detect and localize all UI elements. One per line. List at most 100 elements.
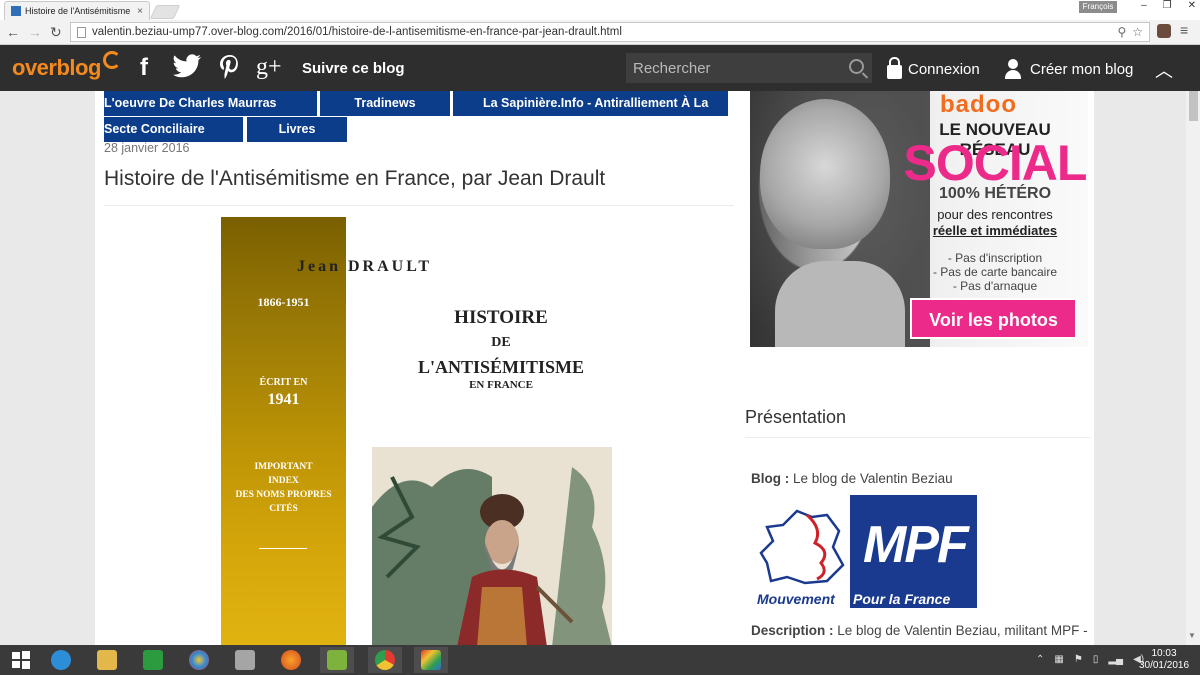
back-arrow-icon[interactable]: ← <box>6 24 20 40</box>
ad-photo-face <box>760 99 890 249</box>
login-link[interactable]: Connexion <box>887 57 980 79</box>
internet-explorer-icon <box>51 650 71 670</box>
taskbar-firefox[interactable] <box>274 647 308 673</box>
extension-icon[interactable] <box>1157 24 1171 38</box>
start-button[interactable] <box>4 647 38 673</box>
taskbar-app9[interactable] <box>414 647 448 673</box>
divider <box>104 205 734 206</box>
reload-icon[interactable]: ↻ <box>50 24 62 41</box>
cover-title-line1: HISTOIRE <box>454 307 548 328</box>
clock-time: 10:03 <box>1151 648 1177 659</box>
page-content: L'oeuvre De Charles Maurras Tradinews La… <box>95 91 1094 645</box>
ad-cta-button[interactable]: Voir les photos <box>910 298 1077 339</box>
search-icon[interactable] <box>849 59 864 74</box>
cover-important: IMPORTANT <box>254 462 313 472</box>
tray-battery-icon[interactable]: ▯ <box>1093 654 1099 665</box>
bookmark-star-icon[interactable]: ☆ <box>1132 25 1143 39</box>
cover-year: 1941 <box>267 391 300 408</box>
scroll-down-icon[interactable]: ▼ <box>1188 631 1196 640</box>
cover-written-in: ÉCRIT EN <box>259 377 308 388</box>
blog-info: Blog : Le blog de Valentin Beziau <box>751 471 953 486</box>
zoom-icon[interactable]: ⚲ <box>1117 25 1126 39</box>
blog-value: Le blog de Valentin Beziau <box>793 471 953 486</box>
address-bar[interactable]: valentin.beziau-ump77.over-blog.com/2016… <box>70 22 1150 42</box>
taskbar-chrome[interactable] <box>368 647 402 673</box>
close-window-icon[interactable]: ✕ <box>1188 0 1196 11</box>
user-add-icon <box>1004 59 1024 79</box>
tab-close-icon[interactable]: × <box>137 6 143 17</box>
calculator-icon <box>327 650 347 670</box>
store-icon <box>143 650 163 670</box>
taskbar-clock[interactable]: 10:03 30/01/2016 <box>1134 648 1194 672</box>
forward-arrow-icon[interactable]: → <box>28 24 42 40</box>
menu-item-livres[interactable]: Livres <box>247 117 347 142</box>
engraving-illustration <box>372 447 612 645</box>
photo-app-icon <box>421 650 441 670</box>
system-tray: ⌃ ▦ ⚑ ▯ ▂▄ ◀) <box>1036 654 1144 665</box>
overblog-bar: overblog f g+ Suivre ce blog Connexion C… <box>0 45 1200 91</box>
menu-item-sapiniere[interactable]: La Sapinière.Info - Antiralliement À La <box>453 91 728 116</box>
tray-chevron-icon[interactable]: ⌃ <box>1036 654 1044 665</box>
page-scrollbar[interactable]: ▲ ▼ <box>1186 89 1200 645</box>
ad-social-word: SOCIAL <box>903 135 1088 191</box>
twitter-icon[interactable] <box>172 54 202 87</box>
ad-line1: pour des rencontres <box>937 207 1053 222</box>
search-input[interactable] <box>626 59 836 77</box>
minimize-icon[interactable]: – <box>1141 0 1147 11</box>
advertisement-banner[interactable]: badoo LE NOUVEAU RÉSEAU SOCIAL 100% HÉTÉ… <box>750 91 1088 347</box>
browser-tab-strip: Histoire de l'Antisémitisme en France × … <box>0 0 1200 20</box>
maximize-icon[interactable]: ❐ <box>1163 0 1172 11</box>
description-label: Description : <box>751 623 834 638</box>
settings-app-icon <box>235 650 255 670</box>
taskbar-app5[interactable] <box>228 647 262 673</box>
book-cover-image: 1866-1951 ÉCRIT EN 1941 IMPORTANT INDEX … <box>221 217 619 645</box>
follow-blog-link[interactable]: Suivre ce blog <box>302 60 405 77</box>
chrome-icon <box>375 650 395 670</box>
mpf-logo[interactable]: MPF Mouvement Pour la France <box>755 495 977 608</box>
ad-bullet2: - Pas de carte bancaire <box>932 265 1058 279</box>
scroll-thumb[interactable] <box>1189 91 1198 121</box>
browser-menu-icon[interactable]: ≡ <box>1180 22 1188 38</box>
cover-gold-band: 1866-1951 ÉCRIT EN 1941 IMPORTANT INDEX … <box>221 217 346 645</box>
taskbar-store[interactable] <box>136 647 170 673</box>
taskbar-app7[interactable] <box>320 647 354 673</box>
tray-signal-icon[interactable]: ▂▄ <box>1108 654 1123 665</box>
overblog-logo[interactable]: overblog <box>12 51 121 81</box>
overblog-swirl-icon <box>102 51 121 69</box>
create-blog-link[interactable]: Créer mon blog <box>1004 59 1133 79</box>
windows-logo-icon <box>12 651 30 669</box>
cover-cited: CITÉS <box>269 504 298 514</box>
mpf-mouvement: Mouvement <box>757 591 835 607</box>
create-blog-label: Créer mon blog <box>1030 60 1134 78</box>
new-tab-button[interactable] <box>149 5 181 19</box>
ad-bullet1: - Pas d'inscription <box>947 251 1043 265</box>
taskbar-app4[interactable] <box>182 647 216 673</box>
taskbar-explorer[interactable] <box>90 647 124 673</box>
post-title[interactable]: Histoire de l'Antisémitisme en France, p… <box>104 167 605 191</box>
taskbar-ie[interactable] <box>44 647 78 673</box>
cover-title-line3: L'ANTISÉMITISME <box>417 357 585 377</box>
cover-title-line4: EN FRANCE <box>469 379 533 391</box>
tray-flag-icon[interactable]: ⚑ <box>1074 654 1083 665</box>
mpf-letters: MPF <box>863 516 969 574</box>
cover-index: INDEX <box>268 476 299 486</box>
menu-item-tradinews[interactable]: Tradinews <box>320 91 450 116</box>
cover-years: 1866-1951 <box>257 295 310 309</box>
chevron-up-icon[interactable]: ︿ <box>1155 57 1173 83</box>
pinterest-icon[interactable] <box>218 54 242 87</box>
file-explorer-icon <box>97 650 117 670</box>
browser-tab-active[interactable]: Histoire de l'Antisémitisme en France × <box>4 1 150 20</box>
color-app-icon <box>189 650 209 670</box>
facebook-icon[interactable]: f <box>140 54 148 82</box>
firefox-icon <box>281 650 301 670</box>
ad-bullet3: - Pas d'arnaque <box>952 279 1038 293</box>
france-map-icon <box>759 509 845 585</box>
ad-photo-body <box>775 261 905 347</box>
cover-title-line2: DE <box>491 335 511 350</box>
menu-item-maurras[interactable]: L'oeuvre De Charles Maurras <box>104 91 317 116</box>
ad-brand-logo: badoo <box>940 91 1017 118</box>
tray-network-icon[interactable]: ▦ <box>1054 654 1063 665</box>
mpf-pour-la-france: Pour la France <box>853 591 951 607</box>
menu-item-secte-conciliaire[interactable]: Secte Conciliaire <box>104 117 243 142</box>
google-plus-icon[interactable]: g+ <box>256 54 282 81</box>
